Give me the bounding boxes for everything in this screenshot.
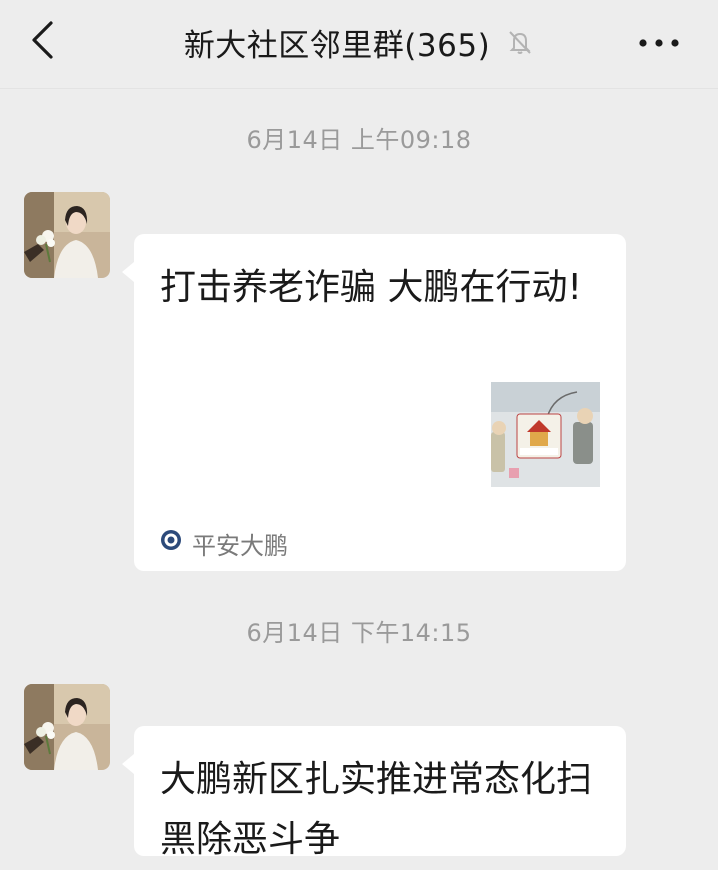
avatar[interactable] xyxy=(24,684,110,770)
bell-off-icon xyxy=(506,28,534,56)
police-badge-icon xyxy=(160,529,182,557)
more-button[interactable] xyxy=(634,24,684,60)
more-horizontal-icon xyxy=(637,33,681,52)
chat-header: 新大社区邻里群(365) xyxy=(0,0,718,89)
card-title: 大鹏新区扎实推进常态化扫黑除恶斗争 xyxy=(160,759,593,860)
link-card-message[interactable]: 打击养老诈骗 大鹏在行动! 平安大鹏 xyxy=(122,234,626,571)
chat-title: 新大社区邻里群(365) xyxy=(183,27,491,64)
card-title: 打击养老诈骗 大鹏在行动! xyxy=(160,267,582,308)
card-source: 平安大鹏 xyxy=(160,527,288,560)
avatar[interactable] xyxy=(24,192,110,278)
message-timestamp: 6月14日 上午09:18 xyxy=(246,126,472,154)
message-timestamp: 6月14日 下午14:15 xyxy=(246,619,472,647)
source-name: 平安大鹏 xyxy=(192,531,288,560)
chat-title-area: 新大社区邻里群(365) xyxy=(0,18,718,66)
card-thumbnail xyxy=(491,382,600,487)
link-card-message[interactable]: 大鹏新区扎实推进常态化扫黑除恶斗争 xyxy=(122,726,626,860)
